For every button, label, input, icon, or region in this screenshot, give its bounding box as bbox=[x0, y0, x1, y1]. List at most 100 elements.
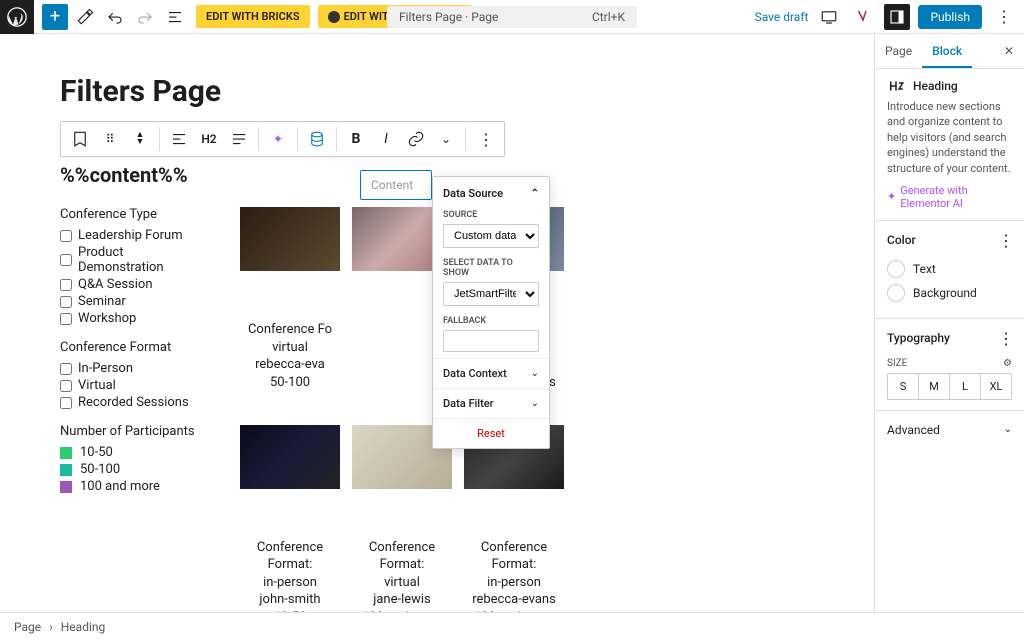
edit-bricks-button[interactable]: EDIT WITH BRICKS bbox=[196, 5, 310, 28]
popover-header[interactable]: Data Source⌃ bbox=[433, 177, 549, 206]
data-filter-row[interactable]: Data Filter⌄ bbox=[433, 388, 549, 418]
card[interactable]: Conference Format:virtualjane-lewis100-a… bbox=[352, 425, 452, 612]
size-s[interactable]: S bbox=[888, 374, 919, 399]
tab-page[interactable]: Page bbox=[875, 34, 922, 68]
drag-handle-icon[interactable]: ⠿ bbox=[95, 124, 125, 154]
chevron-down-icon: ⌄ bbox=[531, 368, 539, 379]
outline-icon[interactable] bbox=[162, 4, 188, 30]
elementor-icon bbox=[328, 11, 340, 23]
add-block-button[interactable]: + bbox=[42, 4, 68, 30]
text-align-icon[interactable] bbox=[224, 124, 254, 154]
size-l[interactable]: L bbox=[950, 374, 981, 399]
breadcrumb-page[interactable]: Page bbox=[14, 620, 41, 634]
tab-block[interactable]: Block bbox=[922, 34, 972, 68]
color-swatch bbox=[60, 481, 72, 493]
size-label: SIZE bbox=[887, 358, 907, 369]
card-meta: Conference Fovirtualrebecca-eva50-100 bbox=[240, 321, 340, 391]
filter-option[interactable]: Product Demonstration bbox=[60, 245, 210, 275]
filter-option[interactable]: 10-50 bbox=[60, 445, 210, 460]
align-icon[interactable] bbox=[164, 124, 194, 154]
block-toolbar: ⠿ ▲▼ H2 ✦ B bbox=[60, 121, 505, 157]
card-meta: Conference Format:virtualjane-lewis100-a… bbox=[352, 539, 452, 612]
card[interactable]: Conference Fovirtualrebecca-eva50-100 bbox=[240, 207, 340, 409]
filter-group-type: Conference Type Leadership Forum Product… bbox=[60, 207, 210, 326]
more-options-icon[interactable]: ⋮ bbox=[990, 4, 1016, 30]
filter-option[interactable]: Q&A Session bbox=[60, 277, 210, 292]
settings-sidebar-toggle[interactable] bbox=[884, 4, 910, 30]
data-to-show-select[interactable]: JetSmartFilters SEO Title bbox=[443, 282, 539, 306]
breadcrumb-sep-icon: › bbox=[49, 620, 53, 634]
source-select[interactable]: Custom data bbox=[443, 224, 539, 248]
filter-option[interactable]: Recorded Sessions bbox=[60, 395, 210, 410]
device-preview-icon[interactable] bbox=[816, 4, 842, 30]
panel-more-icon[interactable]: ⋮ bbox=[998, 329, 1012, 348]
color-text-row[interactable]: Text bbox=[887, 260, 1012, 278]
heading-block-icon bbox=[887, 79, 905, 93]
filter-group-title: Conference Format bbox=[60, 340, 210, 355]
size-buttons: S M L XL bbox=[887, 373, 1012, 400]
filter-option[interactable]: Virtual bbox=[60, 378, 210, 393]
fallback-input[interactable] bbox=[443, 330, 539, 352]
filter-option[interactable]: In-Person bbox=[60, 361, 210, 376]
heading-level-button[interactable]: H2 bbox=[194, 124, 224, 154]
redo-icon[interactable] bbox=[132, 4, 158, 30]
breadcrumb-heading[interactable]: Heading bbox=[61, 620, 106, 634]
popover-label: SOURCE bbox=[433, 206, 549, 222]
card-meta: Conference Format:in-personrebecca-evans… bbox=[464, 539, 564, 612]
filter-option[interactable]: Leadership Forum bbox=[60, 228, 210, 243]
reset-button[interactable]: Reset bbox=[433, 418, 549, 448]
link-icon[interactable] bbox=[401, 124, 431, 154]
dynamic-data-icon[interactable] bbox=[302, 124, 332, 154]
card[interactable]: Conference Format:in-personrebecca-evans… bbox=[464, 425, 564, 612]
filter-group-title: Conference Type bbox=[60, 207, 210, 222]
chevron-down-icon: ⌄ bbox=[531, 398, 539, 409]
panel-color-title: Color bbox=[887, 233, 916, 247]
block-more-icon[interactable]: ⋮ bbox=[470, 124, 500, 154]
color-swatch bbox=[60, 447, 72, 459]
data-source-popover: Data Source⌃ SOURCE Custom data SELECT D… bbox=[432, 176, 550, 449]
wordpress-logo[interactable] bbox=[0, 0, 34, 34]
move-arrows-icon[interactable]: ▲▼ bbox=[125, 124, 155, 154]
filter-group-title: Number of Participants bbox=[60, 424, 210, 439]
card-meta: Conference Format:in-personjohn-smith10-… bbox=[240, 539, 340, 612]
undo-icon[interactable] bbox=[102, 4, 128, 30]
color-swatch-icon bbox=[887, 260, 905, 278]
bold-button[interactable]: B bbox=[341, 124, 371, 154]
filter-group-format: Conference Format In-Person Virtual Reco… bbox=[60, 340, 210, 410]
publish-button[interactable]: Publish bbox=[918, 5, 982, 29]
dropdown-chevron-icon[interactable]: ⌄ bbox=[431, 124, 461, 154]
filter-option[interactable]: Workshop bbox=[60, 311, 210, 326]
sparkle-icon: ✦ bbox=[887, 190, 896, 203]
color-swatch bbox=[60, 464, 72, 476]
size-xl[interactable]: XL bbox=[981, 374, 1011, 399]
shortcut-hint: Ctrl+K bbox=[592, 10, 625, 24]
heading-block-input[interactable]: Content bbox=[360, 170, 432, 200]
edit-icon[interactable] bbox=[72, 4, 98, 30]
document-title-bar[interactable]: Filters Page · Page Ctrl+K bbox=[387, 6, 637, 28]
card-thumb bbox=[240, 207, 340, 271]
popover-label: FALLBACK bbox=[433, 312, 549, 328]
close-sidebar-icon[interactable]: ✕ bbox=[994, 34, 1024, 68]
generate-ai-link[interactable]: ✦Generate with Elementor AI bbox=[887, 184, 1012, 210]
save-draft-button[interactable]: Save draft bbox=[755, 10, 809, 24]
advanced-panel-toggle[interactable]: Advanced⌄ bbox=[875, 411, 1024, 449]
page-title[interactable]: Filters Page bbox=[60, 74, 814, 109]
yoast-icon[interactable] bbox=[850, 4, 876, 30]
card[interactable]: Conference Format:in-personjohn-smith10-… bbox=[240, 425, 340, 612]
filter-option[interactable]: 100 and more bbox=[60, 479, 210, 494]
wordpress-icon bbox=[7, 7, 27, 27]
settings-sidebar: Page Block ✕ Heading Introduce new secti… bbox=[874, 34, 1024, 612]
filter-option[interactable]: Seminar bbox=[60, 294, 210, 309]
sparkle-ai-icon[interactable]: ✦ bbox=[263, 124, 293, 154]
size-m[interactable]: M bbox=[919, 374, 950, 399]
italic-button[interactable]: I bbox=[371, 124, 401, 154]
color-background-row[interactable]: Background bbox=[887, 284, 1012, 302]
data-context-row[interactable]: Data Context⌄ bbox=[433, 358, 549, 388]
size-settings-icon[interactable]: ⚙ bbox=[1003, 358, 1012, 369]
panel-more-icon[interactable]: ⋮ bbox=[998, 231, 1012, 250]
card-thumb bbox=[240, 425, 340, 489]
filter-group-participants: Number of Participants 10-50 50-100 100 … bbox=[60, 424, 210, 494]
color-swatch-icon bbox=[887, 284, 905, 302]
block-type-icon[interactable] bbox=[65, 124, 95, 154]
filter-option[interactable]: 50-100 bbox=[60, 462, 210, 477]
